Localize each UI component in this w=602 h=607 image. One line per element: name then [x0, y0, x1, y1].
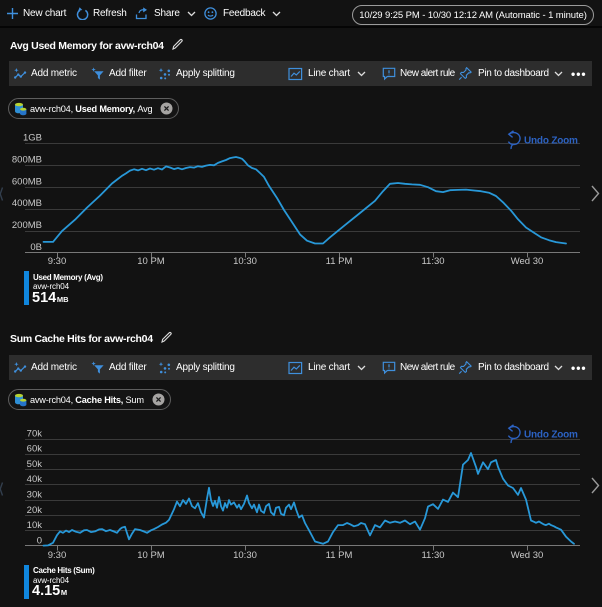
svg-text:10 PM: 10 PM: [137, 256, 165, 267]
svg-text:0: 0: [37, 535, 42, 546]
svg-text:800MB: 800MB: [12, 154, 42, 165]
svg-text:Wed 30: Wed 30: [511, 256, 544, 267]
svg-text:9:30: 9:30: [48, 550, 67, 561]
svg-text:11 PM: 11 PM: [326, 256, 353, 267]
svg-text:30k: 30k: [27, 490, 43, 501]
svg-text:10 PM: 10 PM: [137, 550, 165, 561]
svg-text:200MB: 200MB: [12, 220, 42, 231]
svg-text:40k: 40k: [27, 474, 43, 485]
svg-text:1GB: 1GB: [23, 133, 42, 144]
svg-text:10k: 10k: [27, 520, 43, 531]
svg-text:600MB: 600MB: [12, 176, 42, 187]
svg-text:Wed 30: Wed 30: [511, 550, 544, 561]
svg-text:Undo Zoom: Undo Zoom: [524, 136, 578, 147]
svg-text:60k: 60k: [27, 444, 43, 455]
svg-text:0B: 0B: [30, 242, 42, 253]
svg-text:11 PM: 11 PM: [326, 550, 353, 561]
svg-text:11:30: 11:30: [421, 256, 444, 267]
svg-text:10:30: 10:30: [233, 256, 257, 267]
svg-text:9:30: 9:30: [48, 256, 67, 267]
svg-text:50k: 50k: [27, 459, 43, 470]
svg-text:10:30: 10:30: [233, 550, 257, 561]
svg-text:400MB: 400MB: [12, 198, 42, 209]
svg-text:11:30: 11:30: [421, 550, 444, 561]
svg-text:70k: 70k: [27, 428, 43, 439]
svg-text:Undo Zoom: Undo Zoom: [524, 430, 578, 441]
svg-text:20k: 20k: [27, 505, 43, 516]
